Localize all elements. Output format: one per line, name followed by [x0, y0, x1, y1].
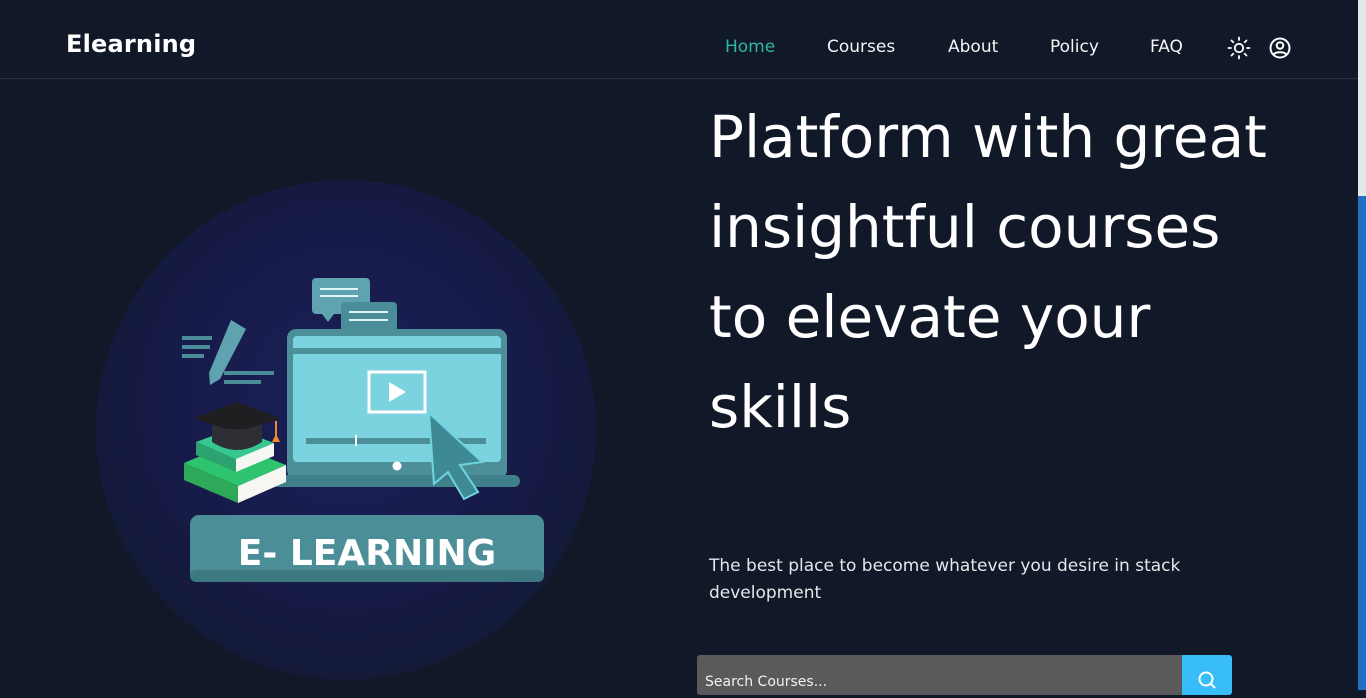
- top-navbar: Elearning Home Courses About Policy FAQ: [0, 0, 1358, 79]
- hero-subtitle: The best place to become whatever you de…: [709, 556, 1181, 603]
- course-search: [697, 655, 1232, 695]
- elearning-banner: E- LEARNING: [190, 515, 544, 582]
- graduation-cap-icon: [184, 402, 286, 503]
- search-input[interactable]: [697, 655, 1182, 695]
- nav-about[interactable]: About: [948, 37, 998, 57]
- nav-policy[interactable]: Policy: [1050, 37, 1099, 57]
- nav-courses[interactable]: Courses: [827, 37, 895, 57]
- nav-faq[interactable]: FAQ: [1150, 37, 1183, 57]
- brand-logo[interactable]: Elearning: [66, 30, 196, 58]
- pencil-icon: [182, 320, 274, 385]
- search-button[interactable]: [1182, 655, 1232, 695]
- vertical-scrollbar[interactable]: [1358, 0, 1366, 690]
- laptop-icon: [272, 329, 520, 487]
- elearning-illustration: E- LEARNING: [182, 278, 544, 582]
- hero-illustration: E- LEARNING: [96, 180, 596, 680]
- banner-text: E- LEARNING: [238, 533, 496, 574]
- nav-home[interactable]: Home: [725, 37, 775, 57]
- hero-title: Platform with great insightful courses t…: [709, 103, 1267, 441]
- user-circle-icon[interactable]: [1268, 36, 1292, 60]
- scrollbar-thumb[interactable]: [1358, 196, 1366, 690]
- search-icon: [1198, 671, 1216, 689]
- sun-icon[interactable]: [1227, 36, 1251, 60]
